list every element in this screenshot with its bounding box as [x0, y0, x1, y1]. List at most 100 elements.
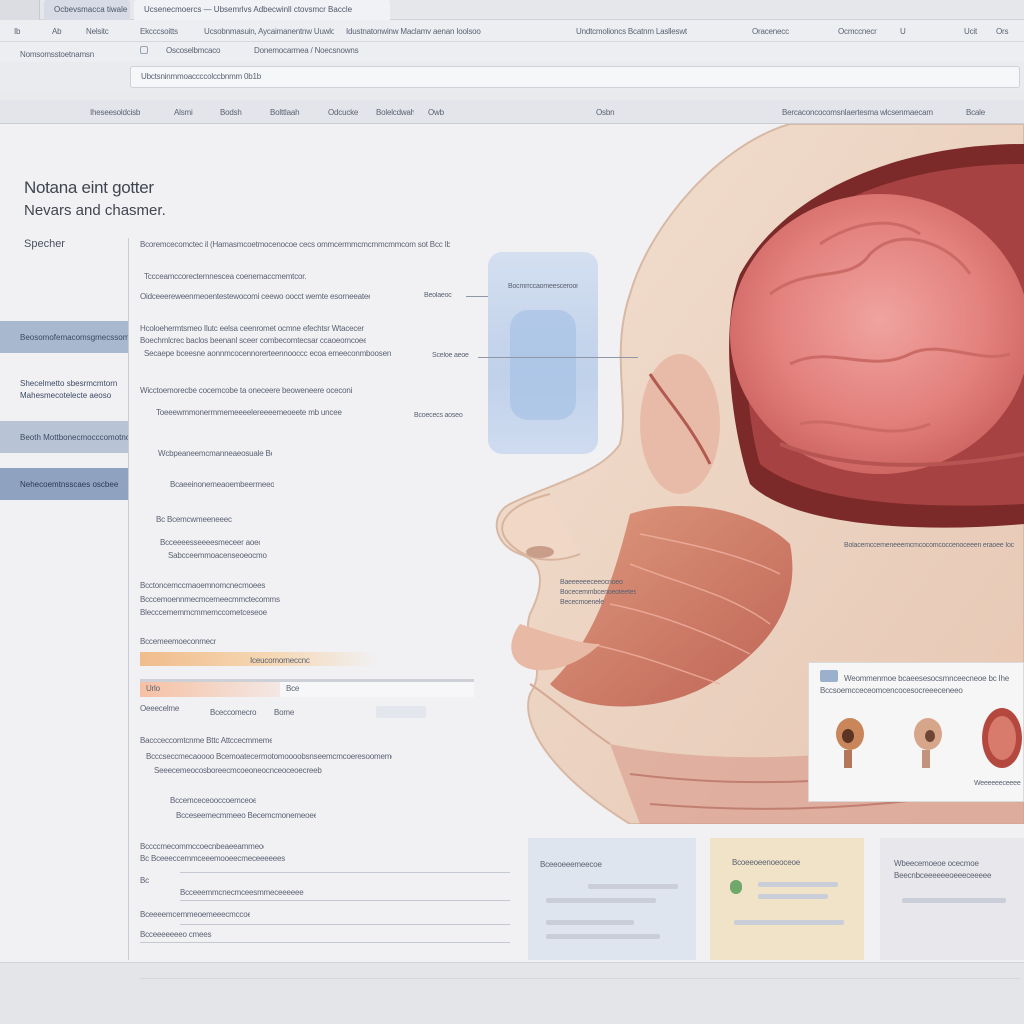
nav-forward-button[interactable]: Ab — [52, 27, 68, 36]
card-line — [588, 884, 678, 889]
page-footer — [0, 962, 1024, 1024]
card-line — [758, 882, 838, 887]
content-text: Wcbpeaneemcmanneaeosuale Boco — [158, 449, 272, 458]
menu-item[interactable]: Bodsh — [220, 108, 244, 117]
card-line — [546, 920, 634, 925]
address-bar[interactable]: Ubctsninmmoaccccolccbnmm 0b1b — [130, 66, 1020, 88]
nav-item[interactable]: Undtcmolioncs Bcatnm Laslleswt — [576, 27, 696, 36]
nav-item[interactable]: Nelsitc — [86, 27, 126, 36]
bookmark-bar — [0, 42, 1024, 62]
callout-label: Sceloe aeoe — [432, 352, 469, 359]
card-line — [734, 920, 844, 925]
content-text: Bc Bcemcwmeeneeecoe — [156, 515, 232, 524]
tab-0[interactable]: Ocbevsmacca tiwale — [44, 0, 130, 20]
menu-item[interactable]: Owb — [428, 108, 468, 117]
callout-line — [478, 357, 638, 358]
divider — [140, 942, 510, 943]
content-text: Bcceeeesseeeesmeceer aoecs — [160, 538, 260, 547]
callout-label: Bolacemccemeneeemcmcocomcoccenoceeen era… — [844, 542, 1014, 549]
callout-line — [466, 296, 488, 297]
form-label: Bome — [274, 708, 295, 717]
menu-item[interactable]: Alsmi — [174, 108, 198, 117]
nav-back-button[interactable]: Ib — [14, 27, 28, 36]
content-border — [128, 238, 129, 960]
bookmark-item[interactable]: Oscoselbmcaco — [166, 46, 246, 55]
address-text: Ubctsninmmoaccccolccbnmm 0b1b — [141, 72, 262, 81]
dropdown[interactable] — [376, 706, 426, 718]
nav-item[interactable]: Ekcccsoitts — [140, 27, 200, 36]
content-text: Bcoremcecomctec il (Hamasmcoetmocenocoe … — [140, 240, 450, 249]
content-text: Bcctoncemccmaoemnomcnecmoees — [140, 581, 266, 590]
page-subtitle: Nevars and chasmer. — [24, 202, 166, 219]
menu-item[interactable]: Bcale — [966, 108, 990, 117]
menu-item[interactable]: Bolttlaah — [270, 108, 306, 117]
nav-item[interactable]: U — [900, 27, 910, 36]
content-text: Bcceeemmcnecmceesmmeceeeeee — [180, 888, 304, 897]
bottom-card[interactable]: Wbeecemoeoe ocecmoe Beecnbceeeeeeoeeecee… — [880, 838, 1024, 960]
callout-label: Beolaeoc — [424, 292, 452, 299]
skull-thumbnail-icon — [836, 718, 864, 768]
content-text: Bceeeemcemmeoemeeecmccoeeeeere — [140, 910, 250, 919]
nav-item[interactable]: Ucsobnmasuin, Aycaimanentnw Uuwlo — [204, 27, 334, 36]
divider — [180, 872, 510, 873]
content-text: Hcoloehermtsmeo Ilutc eelsa ceenromet oc… — [140, 324, 364, 333]
content-text: Boechmlcrec baclos beenanl sceer combeco… — [140, 336, 366, 345]
head-thumbnail-icon — [914, 718, 942, 768]
thumbnail-caption: Weeeeeeceeee — [974, 780, 1021, 787]
bookmark-item[interactable]: Nomsomsstoetnamsn — [20, 50, 100, 59]
sidebar-item[interactable]: Shecelmetto sbesrmcmtorn Mahesmecotelect… — [0, 372, 128, 408]
content-text: Oidceeereweenmeoentestewocomi ceewo oocc… — [140, 292, 370, 301]
callout-label: Baeeeeeeceeocnoeo Bocecemmbcenoeoteetes … — [560, 579, 636, 606]
content-text: Bcccemoennmecmcemeecmmctecommsecm — [140, 595, 280, 604]
card-line — [902, 898, 1006, 903]
sidebar-item[interactable]: Beosomofemacomsgmecssom — [0, 321, 128, 353]
bookmark-item[interactable]: Donemocarmea / Noecsnowns — [254, 46, 364, 55]
nav-item[interactable]: Idustnatonwinw Maclamv aenan Ioolsoo — [346, 27, 496, 36]
menu-item[interactable]: Odcucke — [328, 108, 358, 117]
section-label: Specher — [24, 238, 65, 250]
content-text: Secaepe bceesne aonnmcocennorerteennoocc… — [144, 349, 392, 358]
content-text: Sabcceemmoacenseoeocmo esla — [168, 551, 268, 560]
card-title: Wbeecemoeoe ocecmoe Beecnbceeeeeeoeeecee… — [894, 859, 992, 880]
nav-item[interactable]: Ors — [996, 27, 1020, 36]
sidebar-item[interactable]: Beoth Mottbonecmocccomotnoe — [0, 421, 128, 453]
menu-item[interactable]: Bolelcdwah — [376, 108, 414, 117]
probe-lens — [510, 310, 576, 420]
info-card-subtitle: Bccsoemcceceomcencocesocreeeceneeo — [820, 686, 963, 695]
page-title: Notana eint gotter — [24, 178, 154, 197]
tab-1[interactable]: Ucsenecmoercs — Ubsemrlvs Adbecwinll cto… — [134, 0, 390, 20]
form-label: Iceucomorneccncoce — [250, 656, 310, 665]
nav-item[interactable]: Ocmccnecr — [838, 27, 882, 36]
content-text: Bcceseemecmmeeo Becemcmonemeoeecnmemeeem… — [176, 811, 316, 820]
bottom-card[interactable]: Bceeoeeemeecoe — [528, 838, 696, 960]
form-label: Bce — [286, 684, 300, 693]
content-text: Blecccememmcmmemccometceseoe — [140, 608, 267, 617]
menu-item[interactable]: Iheseesoldcisb — [90, 108, 152, 117]
callout-label: Bcoececs aoseo — [414, 412, 463, 419]
content-text: Bc — [140, 876, 149, 885]
content-text: Seeecemeocosboreecmcoeoneocnceoceoecreeb — [154, 766, 322, 775]
content-text: Bccemceceooccoemceoecs — [170, 796, 256, 805]
card-title: Bcoeeoeenoeoceoe — [732, 858, 800, 867]
card-line — [758, 894, 828, 899]
content-text: Bccccmecommccoecnbeaeeammeoemene — [140, 842, 264, 851]
footer-divider — [140, 978, 1020, 979]
divider — [180, 924, 510, 925]
card-line — [546, 898, 656, 903]
tissue-thumbnail-icon — [982, 708, 1022, 768]
divider — [180, 900, 510, 901]
menu-item[interactable]: Osbn — [596, 108, 616, 117]
form-label: Oeeecelme — [140, 704, 180, 713]
callout-label: Bocmrrccaomeesceroomcoconio — [508, 283, 578, 290]
bookmark-icon — [140, 46, 148, 54]
card-title: Bceeoeeemeecoe — [540, 860, 602, 869]
bottom-card[interactable]: Bcoeeoeenoeoceoe — [710, 838, 864, 960]
content-text: Tccceamccorectemnescea coenemaccmemtcor. — [144, 272, 307, 281]
sidebar-item[interactable]: Nehecoemtnsscaes oscbee — [0, 468, 128, 500]
menu-item[interactable]: Bercaconcocomsnlaertesma wlcsenmaecam — [782, 108, 948, 117]
window-menu-button[interactable] — [0, 0, 40, 20]
content-text: Bcccseccmecaoooo Bcemoatecermotomoooobsn… — [146, 752, 392, 761]
nav-item[interactable]: Ucit — [964, 27, 984, 36]
nav-item[interactable]: Oracenecc — [752, 27, 796, 36]
card-line — [546, 934, 660, 939]
